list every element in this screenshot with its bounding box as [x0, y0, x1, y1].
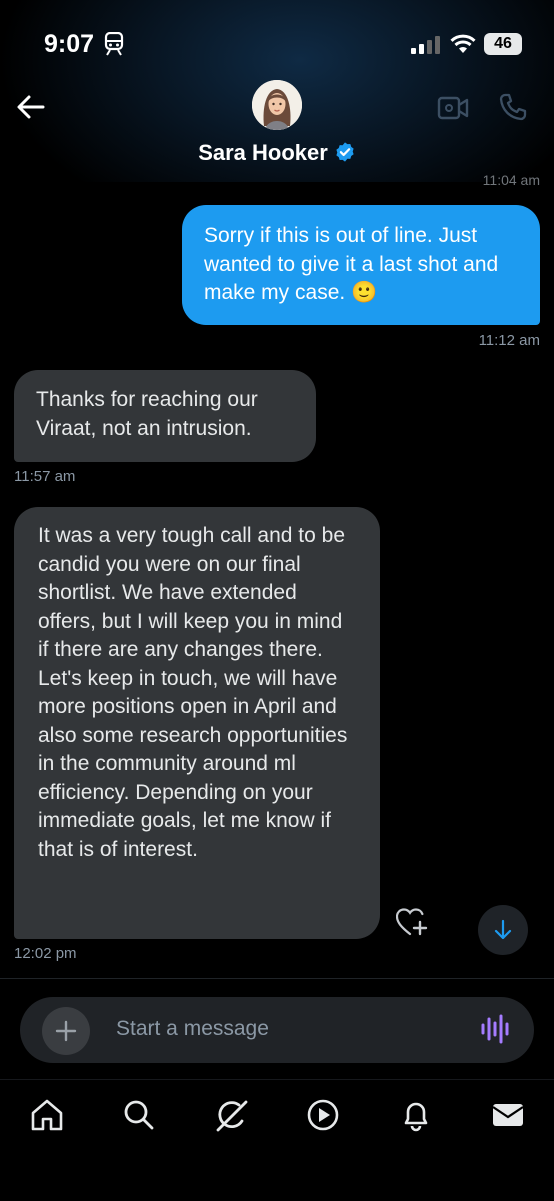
conversation-header: 9:07 46 Sara Hooker 11:04 am [0, 0, 554, 188]
message-timestamp: 11:57 am [14, 468, 76, 485]
message-timestamp: 12:02 pm [14, 945, 77, 962]
bottom-tab-bar [0, 1079, 554, 1201]
battery-indicator: 46 [484, 33, 522, 55]
heart-plus-icon[interactable] [395, 907, 428, 942]
mail-icon[interactable] [490, 1097, 530, 1137]
wifi-icon [450, 34, 476, 59]
message-bubble-received[interactable]: It was a very tough call and to be candi… [14, 507, 380, 939]
message-input[interactable]: Start a message [116, 1017, 269, 1041]
verified-badge-icon [334, 141, 356, 169]
arrow-down-icon [493, 918, 513, 947]
avatar[interactable] [252, 80, 302, 130]
status-bar: 9:07 46 [0, 22, 554, 70]
divider [0, 978, 554, 979]
plus-icon [55, 1020, 77, 1047]
contact-name-text: Sara Hooker [198, 140, 328, 165]
message-bubble-received[interactable]: Thanks for reaching our Viraat, not an i… [14, 370, 316, 462]
scroll-to-bottom-button[interactable] [478, 905, 528, 955]
phone-call-icon[interactable] [498, 92, 528, 127]
message-bubble-sent[interactable]: Sorry if this is out of line. Just wante… [182, 205, 540, 325]
cellular-signal-icon [411, 36, 441, 59]
contact-name[interactable]: Sara Hooker [0, 140, 554, 169]
previous-timestamp: 11:04 am [482, 172, 540, 188]
back-arrow-icon[interactable] [16, 92, 46, 127]
video-call-icon[interactable] [437, 95, 469, 126]
home-icon[interactable] [29, 1097, 69, 1137]
message-timestamp: 11:12 am [478, 332, 540, 349]
add-media-button[interactable] [42, 1007, 90, 1055]
search-icon[interactable] [121, 1097, 161, 1137]
grok-icon[interactable] [213, 1097, 253, 1137]
video-play-icon[interactable] [305, 1097, 345, 1137]
notifications-bell-icon[interactable] [398, 1097, 438, 1137]
voice-message-icon[interactable] [480, 1013, 510, 1050]
train-icon [104, 31, 124, 61]
status-time: 9:07 [44, 30, 95, 58]
message-composer[interactable]: Start a message [20, 997, 534, 1063]
